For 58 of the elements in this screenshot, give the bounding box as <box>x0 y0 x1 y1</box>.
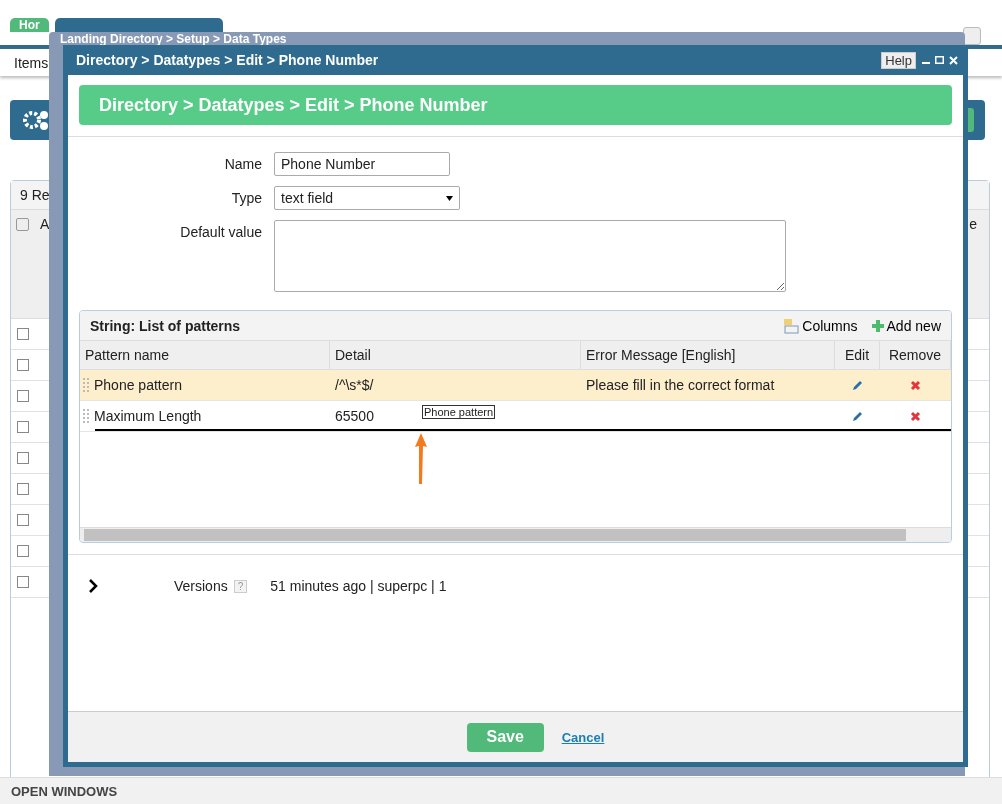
row-checkbox[interactable] <box>17 545 29 557</box>
pattern-row[interactable]: Phone pattern /^\s*$/ Please fill in the correct format <box>80 370 951 401</box>
column-header[interactable]: Error Message [English] <box>581 341 835 369</box>
field-label: Name <box>223 155 262 174</box>
columns-button[interactable]: Columns <box>783 317 858 334</box>
dropdown-arrow-icon <box>446 195 453 201</box>
column-header: A <box>40 216 50 232</box>
maximize-icon[interactable] <box>935 56 944 64</box>
row-checkbox[interactable] <box>17 421 29 433</box>
status-bar-label: OPEN WINDOWS <box>0 777 1002 804</box>
column-header[interactable]: Detail <box>330 341 581 369</box>
window-title: Landing Directory > Setup > Data Types <box>59 32 288 45</box>
column-header[interactable]: Remove <box>880 341 951 369</box>
chevron-icon[interactable] <box>89 579 98 593</box>
table-cell: Maximum Length <box>94 408 202 424</box>
window-title: Directory > Datatypes > Edit > Phone Number <box>76 52 380 68</box>
delete-icon[interactable] <box>910 379 921 391</box>
close-icon[interactable] <box>949 55 958 65</box>
add-new-button[interactable]: Add new <box>871 317 941 334</box>
page-heading: Directory > Datatypes > Edit > Phone Number <box>79 85 952 125</box>
horizontal-scrollbar[interactable] <box>80 527 951 542</box>
table-cell: /^\s*$/ <box>335 377 374 393</box>
row-checkbox[interactable] <box>17 328 29 340</box>
scroll-up-button[interactable] <box>963 27 981 45</box>
column-header: e <box>969 216 977 232</box>
record-count: 9 Re <box>20 187 50 203</box>
name-field[interactable]: Phone Number <box>274 152 450 176</box>
table-cell: Phone pattern <box>94 377 182 393</box>
plus-icon <box>871 319 884 332</box>
field-label: Default value <box>179 223 262 242</box>
versions-label: Versions <box>174 578 228 594</box>
row-checkbox[interactable] <box>17 514 29 526</box>
panel-title: String: List of patterns <box>90 317 242 334</box>
default-value-field[interactable] <box>274 220 786 292</box>
row-checkbox[interactable] <box>17 452 29 464</box>
row-checkbox[interactable] <box>17 576 29 588</box>
select-all-checkbox[interactable] <box>16 218 29 231</box>
delete-icon[interactable] <box>910 410 921 422</box>
help-button[interactable]: Help <box>881 51 916 69</box>
column-header[interactable]: Edit <box>835 341 880 369</box>
table-cell: Please fill in the correct format <box>586 377 775 393</box>
row-checkbox[interactable] <box>17 390 29 402</box>
drag-tooltip: Phone pattern <box>422 405 496 419</box>
table-cell: 65500 <box>335 408 374 424</box>
drag-handle-icon[interactable] <box>83 409 89 423</box>
cancel-link[interactable]: Cancel <box>561 729 605 745</box>
drag-handle-icon[interactable] <box>83 378 89 392</box>
column-header[interactable]: Pattern name <box>80 341 330 369</box>
type-dropdown[interactable]: text field <box>274 186 460 210</box>
row-checkbox[interactable] <box>17 483 29 495</box>
arrow-annotation <box>414 431 428 485</box>
field-label: Type <box>230 189 262 208</box>
versions-info: 51 minutes ago | superpc | 1 <box>270 578 447 594</box>
pencil-icon <box>852 379 863 391</box>
row-checkbox[interactable] <box>17 359 29 371</box>
folder-grid-icon <box>783 317 800 334</box>
pencil-icon <box>852 410 863 422</box>
toolbar-label: Items <box>13 54 49 71</box>
